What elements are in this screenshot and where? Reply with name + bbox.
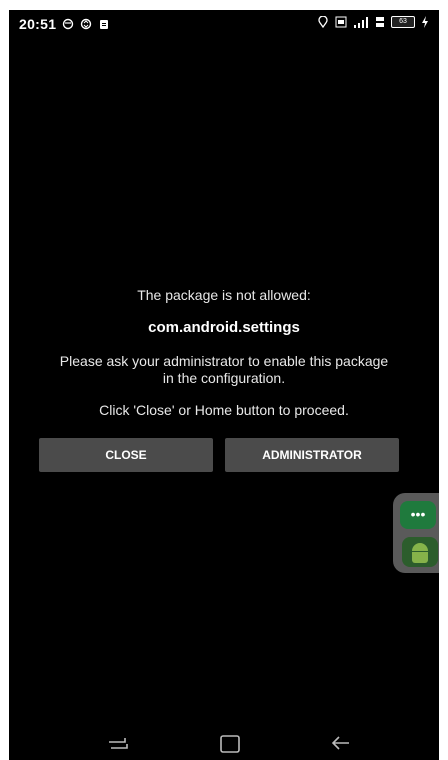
package-name: com.android.settings (148, 319, 300, 336)
status-bar: 20:51 63 (9, 10, 439, 36)
recent-apps-icon[interactable] (107, 734, 129, 752)
status-right: 63 (317, 16, 429, 28)
status-time: 20:51 (19, 16, 57, 32)
phone-screen: 20:51 63 The package is not allowed: com… (9, 10, 439, 760)
sync-icon (81, 18, 92, 30)
instructions-line-2: in the configuration. (162, 370, 286, 386)
alarm-icon (63, 18, 74, 30)
signal-icon (354, 17, 368, 28)
home-icon[interactable] (219, 734, 241, 754)
instructions-line-1: Please ask your administrator to enable … (59, 353, 389, 369)
navigation-bar (9, 728, 439, 760)
status-left: 20:51 (19, 16, 110, 32)
lte-icon (376, 17, 384, 27)
charging-icon (422, 16, 428, 28)
battery-icon: 63 (391, 16, 415, 28)
floating-panel[interactable]: ••• (393, 493, 439, 573)
more-options-icon[interactable]: ••• (400, 501, 436, 529)
proceed-hint: Click 'Close' or Home button to proceed. (99, 402, 349, 418)
administrator-instructions: Please ask your administrator to enable … (9, 353, 439, 387)
back-icon[interactable] (329, 734, 353, 752)
notification-icon (100, 20, 109, 29)
android-app-icon[interactable] (402, 537, 438, 567)
location-icon (318, 16, 328, 28)
android-head (412, 543, 428, 551)
not-allowed-message: The package is not allowed: (137, 287, 311, 303)
volte-icon (335, 16, 347, 28)
administrator-button[interactable]: ADMINISTRATOR (225, 438, 399, 472)
close-button[interactable]: CLOSE (39, 438, 213, 472)
android-body (412, 552, 428, 563)
